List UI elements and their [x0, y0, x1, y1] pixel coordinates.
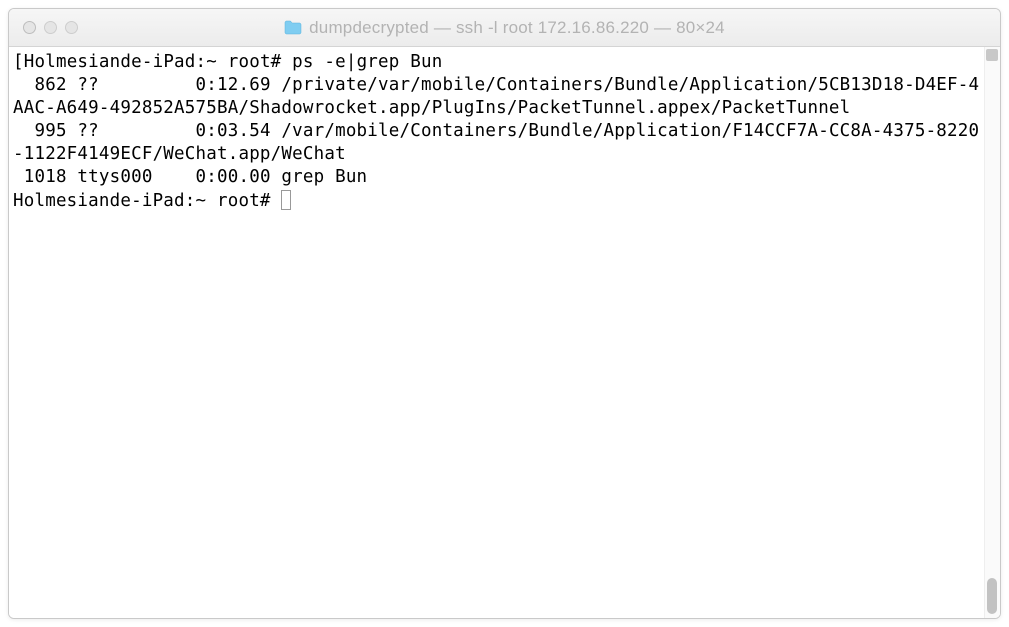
output-line: 862 ?? 0:12.69 /private/var/mobile/Conta…	[13, 75, 979, 118]
terminal-content[interactable]: [Holmesiande-iPad:~ root# ps -e|grep Bun…	[9, 47, 984, 618]
title-content: dumpdecrypted — ssh -l root 172.16.86.22…	[9, 18, 1000, 38]
cursor	[281, 190, 291, 210]
terminal-window: dumpdecrypted — ssh -l root 172.16.86.22…	[8, 8, 1001, 619]
traffic-lights	[9, 21, 78, 34]
command-text: ps -e|grep Bun	[292, 52, 442, 72]
folder-icon	[284, 20, 302, 35]
scroll-indicator-top[interactable]	[986, 49, 998, 61]
prompt-host: Holmesiande-iPad:~ root#	[24, 52, 292, 72]
output-line: 1018 ttys000 0:00.00 grep Bun	[13, 167, 367, 187]
scroll-thumb[interactable]	[987, 578, 997, 614]
terminal-body: [Holmesiande-iPad:~ root# ps -e|grep Bun…	[9, 47, 1000, 618]
zoom-button[interactable]	[65, 21, 78, 34]
window-title: dumpdecrypted — ssh -l root 172.16.86.22…	[309, 18, 725, 38]
prompt-host: Holmesiande-iPad:~ root#	[13, 191, 281, 211]
prompt-line-1: [Holmesiande-iPad:~ root# ps -e|grep Bun	[13, 52, 442, 72]
scrollbar-track[interactable]	[984, 47, 1000, 618]
close-button[interactable]	[23, 21, 36, 34]
output-line: 995 ?? 0:03.54 /var/mobile/Containers/Bu…	[13, 121, 979, 164]
minimize-button[interactable]	[44, 21, 57, 34]
bracket-open: [	[13, 52, 24, 72]
title-bar[interactable]: dumpdecrypted — ssh -l root 172.16.86.22…	[9, 9, 1000, 47]
prompt-line-2: Holmesiande-iPad:~ root#	[13, 191, 291, 211]
